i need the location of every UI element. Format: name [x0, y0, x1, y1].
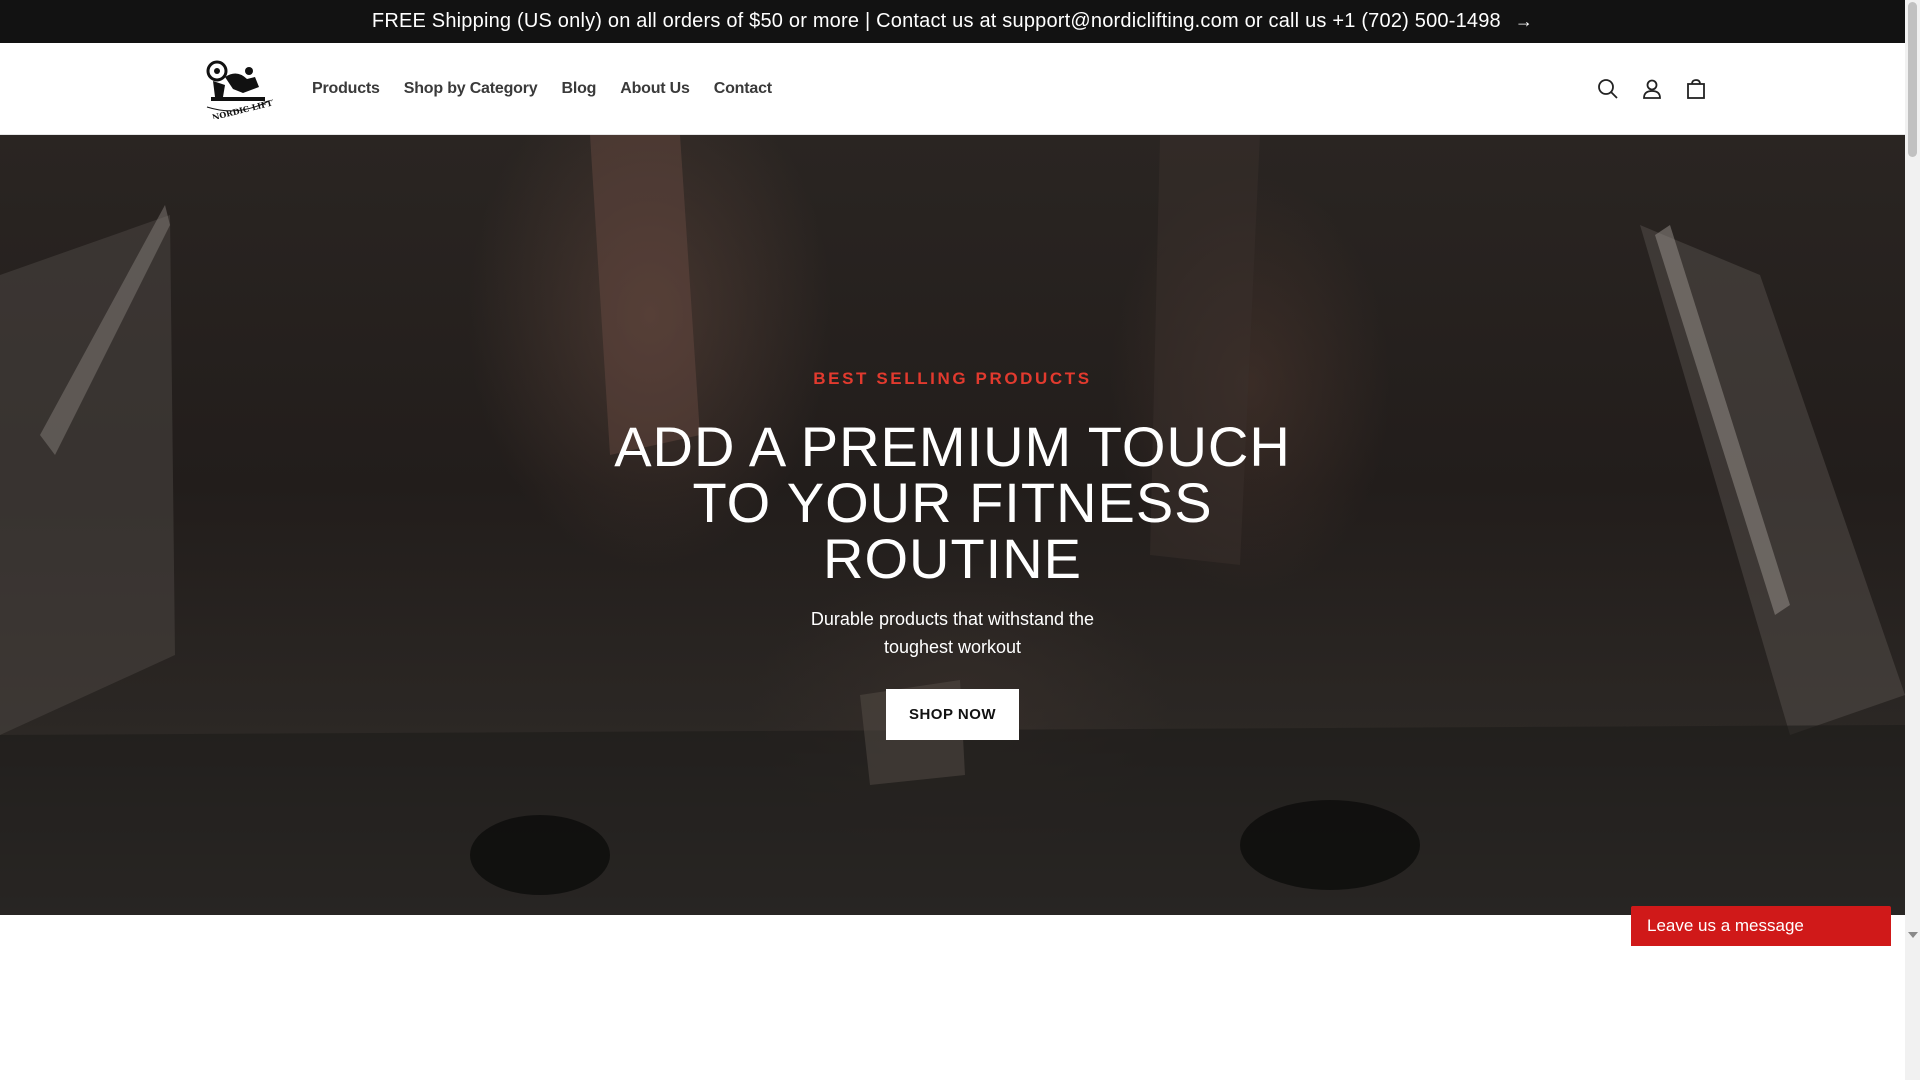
- main-nav: Products Shop by Category Blog About Us …: [312, 43, 796, 135]
- search-icon[interactable]: [1586, 67, 1630, 111]
- arrow-right-icon: →: [1514, 11, 1534, 31]
- announcement-text: FREE Shipping (US only) on all orders of…: [371, 10, 1501, 32]
- hero-kicker: BEST SELLING PRODUCTS: [813, 369, 1092, 388]
- shop-now-button[interactable]: SHOP NOW: [886, 689, 1019, 740]
- chat-label: Leave us a message: [1647, 916, 1804, 935]
- site-header: NORDIC LIFTING Products Shop by Category…: [0, 43, 1905, 135]
- hero-subtext: Durable products that withstand the toug…: [810, 609, 1095, 657]
- scroll-down-arrow-icon[interactable]: [1908, 932, 1918, 938]
- hero-headline: ADD A PREMIUM TOUCH TO YOUR FITNESS ROUT…: [614, 415, 1291, 590]
- cart-icon[interactable]: [1674, 67, 1718, 111]
- hero-banner: BEST SELLING PRODUCTS ADD A PREMIUM TOUC…: [0, 135, 1905, 915]
- nordic-lifting-logo[interactable]: NORDIC LIFTING: [203, 57, 291, 122]
- nav-products[interactable]: Products: [312, 80, 380, 98]
- nav-shop-by-category[interactable]: Shop by Category: [404, 80, 538, 98]
- nav-blog[interactable]: Blog: [561, 80, 596, 98]
- announcement-bar[interactable]: FREE Shipping (US only) on all orders of…: [0, 0, 1905, 43]
- header-icons: [1586, 43, 1718, 135]
- account-icon[interactable]: [1630, 67, 1674, 111]
- hero-content: BEST SELLING PRODUCTS ADD A PREMIUM TOUC…: [0, 135, 1905, 915]
- scrollbar-thumb[interactable]: [1908, 2, 1917, 157]
- nav-contact[interactable]: Contact: [714, 80, 772, 98]
- nav-about-us[interactable]: About Us: [620, 80, 690, 98]
- leave-message-chat-widget[interactable]: Leave us a message: [1631, 906, 1891, 946]
- page-scrollbar[interactable]: [1905, 0, 1920, 1080]
